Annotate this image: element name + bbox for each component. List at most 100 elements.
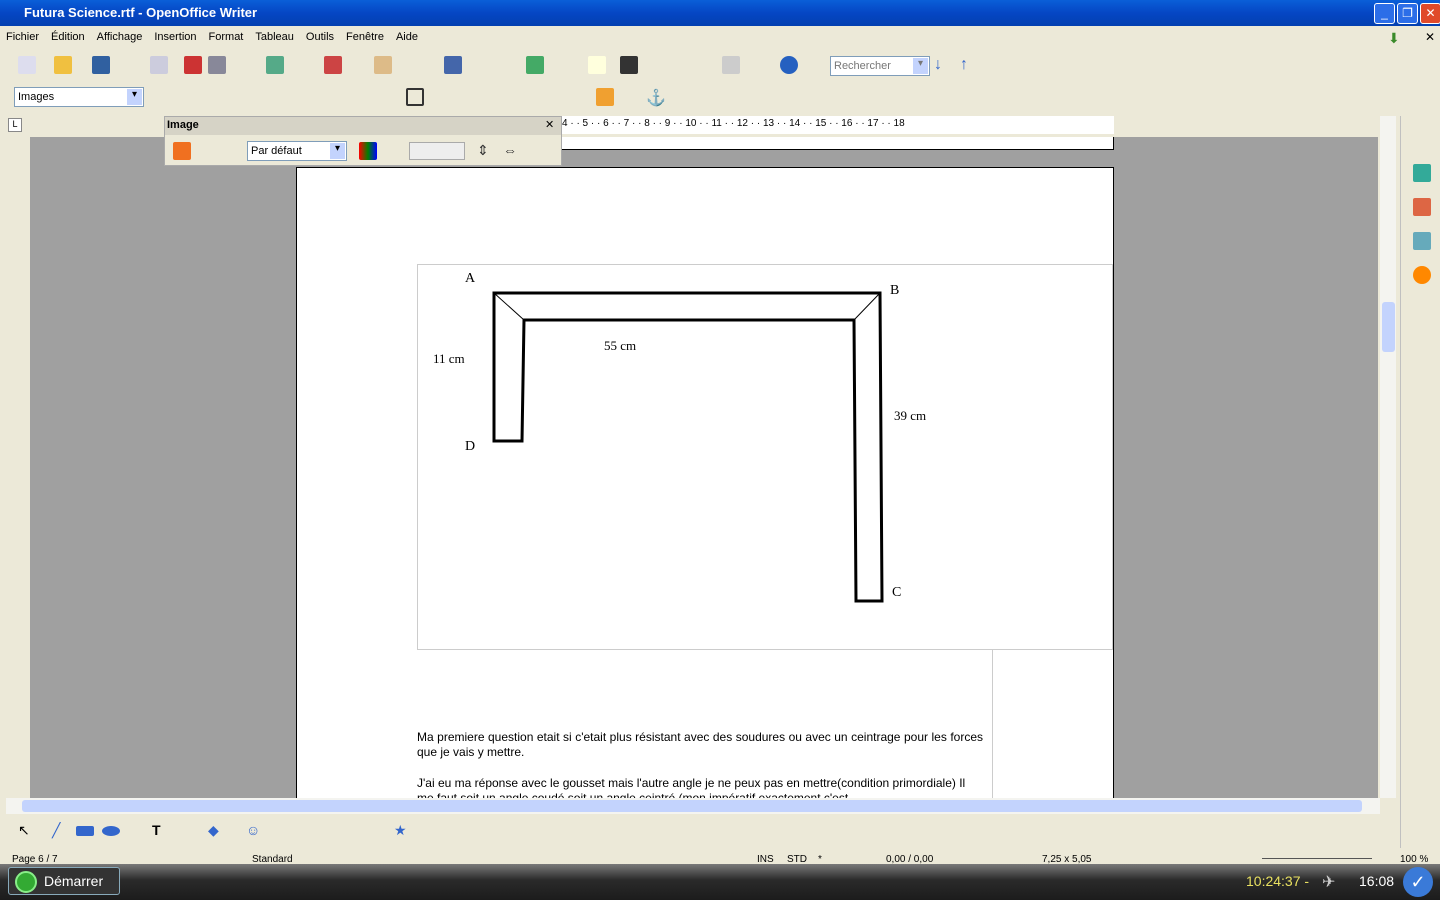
dimension-39cm: 39 cm: [894, 408, 927, 423]
find-icon[interactable]: [620, 56, 638, 74]
paragraph-1: Ma premiere question etait si c'etait pl…: [417, 730, 983, 759]
menu-fenetre[interactable]: Fenêtre: [340, 26, 390, 43]
text-icon[interactable]: T: [152, 822, 170, 840]
network-icon[interactable]: ✈: [1322, 872, 1335, 892]
horizontal-scrollbar[interactable]: [6, 798, 1380, 814]
position-readout: 0,00 / 0,00: [886, 854, 934, 864]
vertical-scroll-thumb[interactable]: [1382, 302, 1395, 352]
cut-icon[interactable]: [324, 56, 342, 74]
gallery-icon[interactable]: [1413, 198, 1431, 216]
status-bar: Page 6 / 7 Standard INS STD * 0,00 / 0,0…: [0, 848, 1440, 864]
paste-icon[interactable]: [374, 56, 392, 74]
zoom-level: 100 %: [1400, 854, 1429, 864]
label-b: B: [890, 283, 900, 298]
style-select[interactable]: Images: [14, 87, 144, 107]
line-icon[interactable]: ╱: [52, 822, 70, 840]
close-button[interactable]: ✕: [1420, 3, 1440, 24]
formatting-toolbar: Images ⚓: [0, 82, 1000, 112]
drawing-toolbar: ↖ ╱ T ◆ ☺ ★: [0, 816, 580, 846]
insert-image-icon[interactable]: [173, 142, 191, 160]
side-panel: [1400, 116, 1440, 856]
styles-icon[interactable]: [1413, 164, 1431, 182]
page-style[interactable]: Standard: [252, 854, 293, 864]
label-d: D: [465, 439, 476, 454]
image-icon[interactable]: [1413, 232, 1431, 250]
pilcrow-icon[interactable]: [722, 56, 740, 74]
menu-tableau[interactable]: Tableau: [249, 26, 300, 43]
paragraph-2: J'ai eu ma réponse avec le gousset mais …: [417, 776, 966, 798]
select-icon[interactable]: ↖: [18, 822, 36, 840]
spellcheck-icon[interactable]: [266, 56, 284, 74]
minimize-button[interactable]: _: [1374, 3, 1395, 24]
start-button[interactable]: Démarrer: [8, 867, 120, 895]
document-page: A B C D 11 cm 55 cm 39 cm Ma premiere qu…: [296, 167, 1114, 798]
menu-fichier[interactable]: Fichier: [0, 26, 45, 43]
text-frame[interactable]: Ma premiere question etait si c'etait pl…: [417, 650, 993, 798]
modified-indicator: *: [818, 854, 822, 864]
taskbar: Démarrer 10:24:37 - ✈ 16:08 ✓: [0, 864, 1440, 900]
graphics-mode-select[interactable]: Par défaut: [247, 141, 347, 161]
label-a: A: [465, 271, 476, 286]
vertical-scrollbar[interactable]: [1380, 116, 1396, 798]
hyperlink-icon[interactable]: [526, 56, 544, 74]
basic-shapes-icon[interactable]: ◆: [208, 822, 226, 840]
selection-mode[interactable]: STD: [787, 854, 807, 864]
standard-toolbar: Rechercher ↓ ↑: [0, 50, 1000, 80]
clock-logo-icon: [15, 871, 37, 893]
print-icon[interactable]: [208, 56, 226, 74]
undo-icon[interactable]: [444, 56, 462, 74]
insert-mode[interactable]: INS: [757, 854, 774, 864]
menu-outils[interactable]: Outils: [300, 26, 340, 43]
find-next-icon[interactable]: ↓: [934, 56, 952, 74]
anchor-icon[interactable]: ⚓: [646, 88, 666, 107]
document-area: A B C D 11 cm 55 cm 39 cm Ma premiere qu…: [30, 137, 1378, 798]
maximize-button[interactable]: ❐: [1397, 3, 1418, 24]
image-toolbar-close[interactable]: ✕: [545, 118, 554, 131]
menu-affichage[interactable]: Affichage: [91, 26, 149, 43]
dimension-55cm: 55 cm: [604, 338, 637, 353]
start-label: Démarrer: [44, 873, 104, 889]
menu-bar: Fichier Édition Affichage Insertion Format Ta…: [0, 26, 1440, 48]
check-icon[interactable]: ✓: [1403, 867, 1433, 897]
find-previous-icon[interactable]: ↑: [960, 56, 978, 74]
dimension-11cm: 11 cm: [433, 351, 465, 366]
flip-horizontal-icon[interactable]: ⇔: [503, 142, 521, 160]
system-clock: 16:08: [1359, 873, 1395, 889]
navigator-icon[interactable]: [1413, 266, 1431, 284]
save-icon[interactable]: [92, 56, 110, 74]
menu-aide[interactable]: Aide: [390, 26, 424, 43]
update-icon[interactable]: ⬇: [1388, 30, 1400, 47]
tab-stop-selector[interactable]: L: [8, 118, 22, 132]
search-input[interactable]: Rechercher: [830, 56, 930, 76]
draw-functions-icon[interactable]: [588, 56, 606, 74]
menu-edition[interactable]: Édition: [45, 26, 91, 43]
rectangle-icon[interactable]: [76, 826, 94, 836]
new-icon[interactable]: [18, 56, 36, 74]
stars-icon[interactable]: ★: [394, 822, 412, 840]
ellipse-icon[interactable]: [102, 826, 120, 836]
image-toolbar: Image ✕ Par défaut ⇕ ⇔: [164, 116, 562, 166]
image-toolbar-title: Image: [165, 117, 561, 135]
edit-icon[interactable]: [150, 56, 168, 74]
timer: 10:24:37 -: [1246, 873, 1310, 889]
pdf-icon[interactable]: [184, 56, 202, 74]
symbol-shapes-icon[interactable]: ☺: [246, 822, 264, 840]
page-indicator: Page 6 / 7: [12, 854, 58, 864]
menu-insertion[interactable]: Insertion: [148, 26, 202, 43]
horizontal-scroll-thumb[interactable]: [22, 800, 1362, 812]
transparency-field[interactable]: [409, 142, 465, 160]
bring-front-icon[interactable]: [596, 88, 614, 106]
borders-icon[interactable]: [406, 88, 424, 106]
help-icon[interactable]: [780, 56, 798, 74]
menu-format[interactable]: Format: [203, 26, 250, 43]
size-readout: 7,25 x 5,05: [1042, 854, 1092, 864]
zoom-slider[interactable]: [1262, 858, 1372, 859]
color-icon[interactable]: [359, 142, 377, 160]
open-icon[interactable]: [54, 56, 72, 74]
drawing-frame[interactable]: A B C D 11 cm 55 cm 39 cm: [417, 264, 1113, 650]
ruler: 4 · · 5 · · 6 · · 7 · · 8 · · 9 · · 10 ·…: [562, 116, 1114, 134]
flip-vertical-icon[interactable]: ⇕: [477, 142, 495, 160]
close-document-icon[interactable]: ✕: [1425, 30, 1435, 44]
label-c: C: [892, 585, 902, 600]
bracket-drawing: [492, 291, 884, 603]
